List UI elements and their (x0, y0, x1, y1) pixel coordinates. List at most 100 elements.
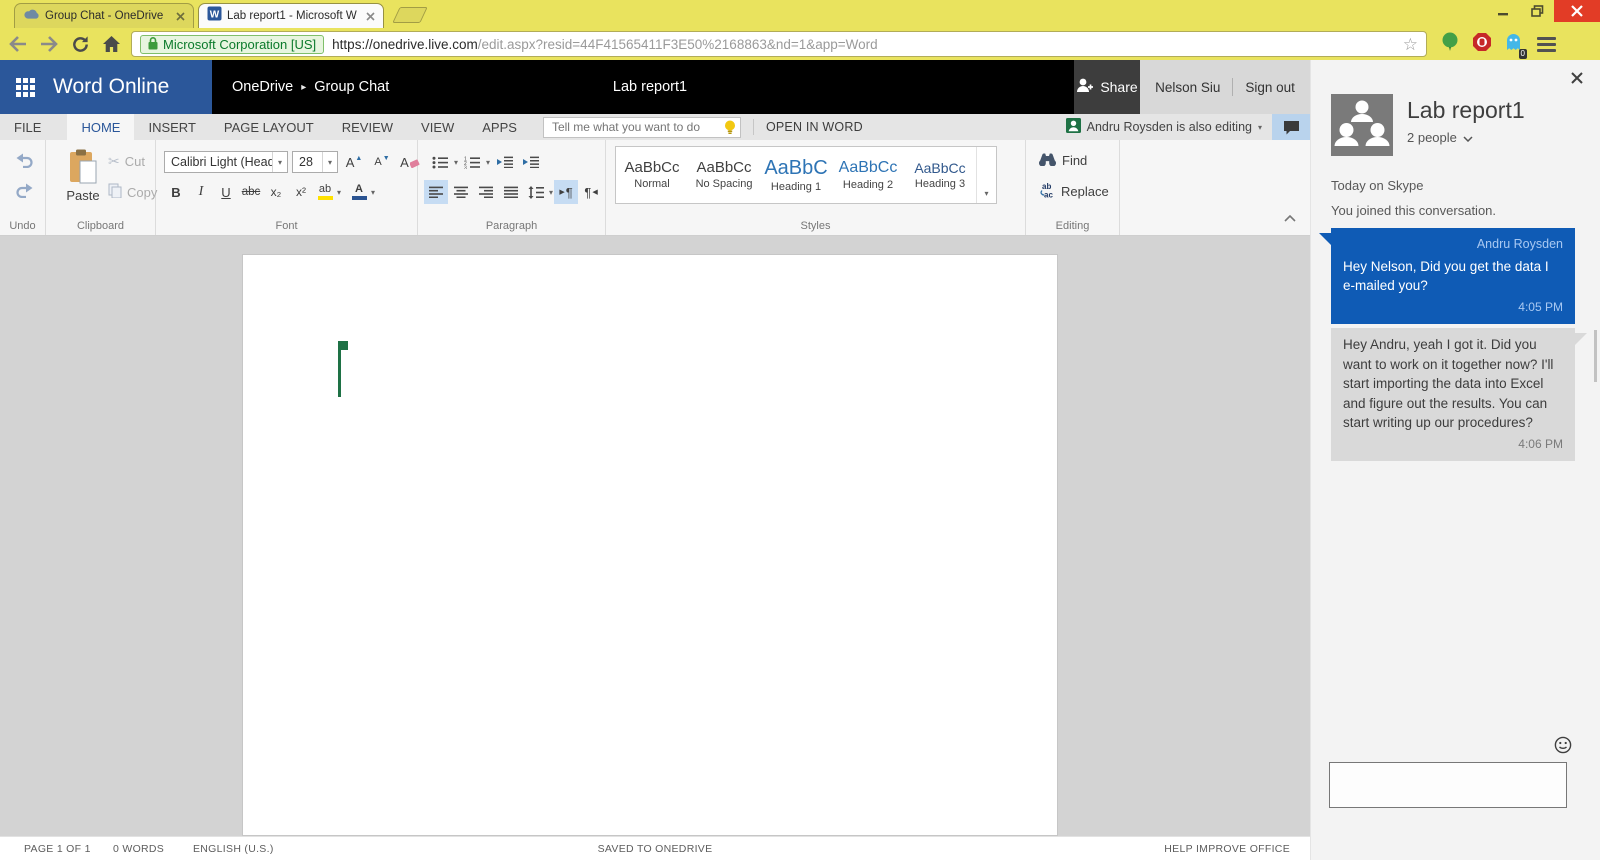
chat-pane-toggle-button[interactable] (1272, 114, 1310, 140)
tab-view[interactable]: VIEW (407, 114, 468, 140)
underline-button[interactable]: U (214, 180, 238, 204)
language-status[interactable]: ENGLISH (U.S.) (193, 843, 274, 855)
style-heading-2[interactable]: AaBbCc Heading 2 (832, 147, 904, 203)
font-family-select[interactable]: Calibri Light (Headi ▾ (164, 151, 288, 173)
align-left-button[interactable] (424, 180, 448, 204)
grow-font-button[interactable]: A ▲ (342, 150, 366, 174)
chevron-down-icon[interactable]: ▾ (454, 158, 458, 167)
tab-file[interactable]: FILE (0, 114, 55, 140)
undo-group: Undo (0, 140, 46, 235)
redo-button[interactable] (12, 178, 36, 202)
decrease-indent-button[interactable] (492, 150, 516, 174)
window-minimize-button[interactable] (1486, 0, 1520, 22)
tab-review[interactable]: REVIEW (328, 114, 407, 140)
shrink-font-button[interactable]: A ▼ (370, 150, 394, 174)
open-in-word-button[interactable]: OPEN IN WORD (766, 120, 863, 134)
document-title[interactable]: Lab report1 (613, 79, 687, 95)
subscript-button[interactable]: x₂ (264, 180, 288, 204)
undo-button[interactable] (12, 148, 36, 172)
coauthor-status[interactable]: Andru Roysden is also editing ▾ (1065, 118, 1262, 136)
copy-icon (108, 183, 122, 201)
style-no-spacing[interactable]: AaBbCc No Spacing (688, 147, 760, 203)
document-canvas[interactable] (0, 236, 1310, 836)
chevron-down-icon[interactable]: ▾ (486, 158, 490, 167)
ev-certificate-badge[interactable]: Microsoft Corporation [US] (140, 34, 325, 54)
balloon-extension-icon[interactable] (1441, 32, 1459, 57)
chat-scrollbar[interactable] (1594, 330, 1597, 382)
chat-message-input[interactable] (1329, 762, 1567, 808)
close-chat-icon[interactable] (1570, 71, 1584, 90)
share-button[interactable]: Share (1074, 60, 1140, 114)
right-to-left-button[interactable]: ¶ ◀ (579, 180, 603, 204)
paste-button[interactable]: Paste (60, 149, 106, 203)
stop-extension-icon[interactable] (1472, 32, 1492, 57)
people-dropdown[interactable]: 2 people (1407, 130, 1525, 145)
chevron-down-icon[interactable]: ▾ (337, 188, 341, 197)
style-heading-3[interactable]: AaBbCc Heading 3 (904, 147, 976, 203)
app-launcher-icon[interactable] (16, 77, 35, 97)
chevron-down-icon[interactable]: ▾ (549, 188, 553, 197)
breadcrumb-onedrive[interactable]: OneDrive (232, 79, 293, 95)
bold-button[interactable]: B (164, 180, 188, 204)
user-name[interactable]: Nelson Siu (1155, 80, 1220, 95)
numbering-button[interactable]: 123 (460, 150, 484, 174)
chevron-down-icon[interactable]: ▾ (371, 188, 375, 197)
coauthor-cursor (338, 341, 348, 397)
breadcrumb-folder[interactable]: Group Chat (314, 79, 389, 95)
justify-button[interactable] (499, 180, 523, 204)
collapse-ribbon-icon[interactable] (1284, 209, 1296, 227)
tab-page-layout[interactable]: PAGE LAYOUT (210, 114, 328, 140)
style-heading-1[interactable]: AaBbC Heading 1 (760, 147, 832, 203)
font-size-select[interactable]: 28 ▾ (292, 151, 338, 173)
tab-home[interactable]: HOME (67, 114, 135, 140)
home-icon[interactable] (98, 31, 124, 57)
breadcrumb-arrow-icon: ▸ (301, 82, 307, 93)
tab-close-icon[interactable] (366, 11, 375, 21)
ribbon: Undo Paste ✂ Cut Copy Clipboard Calibri … (0, 140, 1310, 236)
tab-insert[interactable]: INSERT (134, 114, 209, 140)
browser-tab-group-chat[interactable]: Group Chat - OneDrive (14, 3, 194, 28)
align-center-button[interactable] (449, 180, 473, 204)
replace-icon: ab ac (1039, 182, 1055, 201)
tell-me-input[interactable] (542, 116, 741, 138)
highlight-color-button[interactable]: ab (314, 180, 336, 204)
align-right-button[interactable] (474, 180, 498, 204)
message-sender: Andru Roysden (1476, 237, 1563, 251)
window-restore-button[interactable] (1520, 0, 1554, 22)
bookmark-star-icon[interactable]: ☆ (1403, 36, 1418, 53)
saved-status[interactable]: SAVED TO ONEDRIVE (598, 843, 713, 855)
sign-out-link[interactable]: Sign out (1245, 80, 1295, 95)
styles-more-button[interactable]: ▾ (976, 147, 996, 203)
font-color-button[interactable]: A (348, 180, 370, 204)
styles-gallery: AaBbCc Normal AaBbCc No Spacing AaBbC Headi… (615, 146, 997, 204)
ghost-extension-icon[interactable]: 0 (1505, 32, 1527, 59)
reload-icon[interactable] (67, 31, 93, 57)
paste-clipboard-icon (68, 149, 98, 188)
replace-button[interactable]: ab ac Replace (1039, 182, 1109, 201)
copy-button[interactable]: Copy (108, 183, 157, 201)
line-spacing-button[interactable] (524, 180, 548, 204)
tab-apps[interactable]: APPS (468, 114, 531, 140)
tab-close-icon[interactable] (176, 11, 185, 21)
window-close-button[interactable] (1554, 0, 1600, 22)
browser-tab-lab-report[interactable]: W Lab report1 - Microsoft W (198, 3, 384, 28)
address-bar[interactable]: Microsoft Corporation [US] https://onedr… (131, 31, 1427, 57)
superscript-button[interactable]: x² (289, 180, 313, 204)
back-icon[interactable] (5, 31, 31, 57)
left-to-right-button[interactable]: ▶ ¶ (554, 180, 579, 204)
increase-indent-button[interactable] (518, 150, 542, 174)
new-tab-button[interactable] (392, 7, 428, 23)
cut-button[interactable]: ✂ Cut (108, 153, 145, 170)
emoji-smiley-icon[interactable] (1554, 736, 1572, 759)
find-button[interactable]: Find (1039, 152, 1087, 169)
browser-menu-icon[interactable] (1537, 36, 1556, 52)
help-improve-office-link[interactable]: HELP IMPROVE OFFICE (1164, 843, 1290, 855)
document-page[interactable] (242, 254, 1058, 836)
word-count-status[interactable]: 0 WORDS (113, 843, 164, 855)
strikethrough-button[interactable]: abc (239, 180, 263, 204)
style-normal[interactable]: AaBbCc Normal (616, 147, 688, 203)
forward-icon[interactable] (36, 31, 62, 57)
italic-button[interactable]: I (189, 180, 213, 204)
chat-day-header: Today on Skype (1331, 178, 1424, 193)
bullets-button[interactable] (428, 150, 452, 174)
